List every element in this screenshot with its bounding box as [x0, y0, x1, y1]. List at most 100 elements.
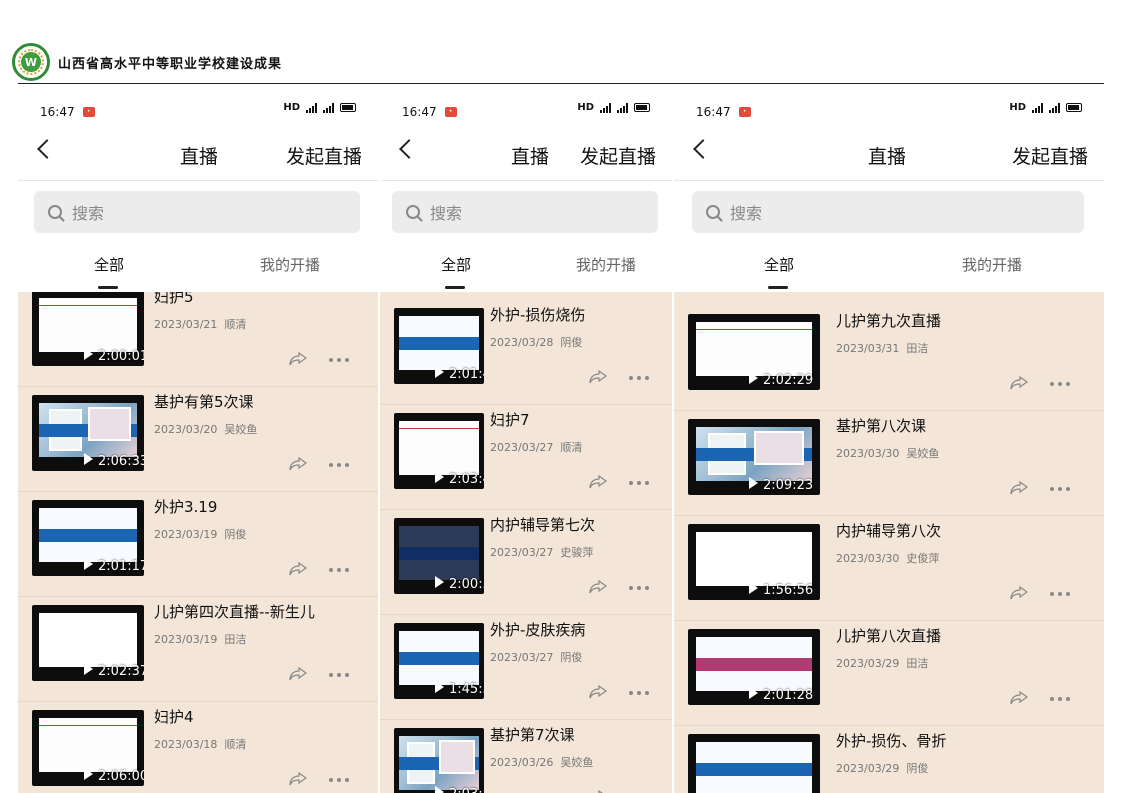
- share-icon[interactable]: [289, 667, 307, 681]
- tab-all[interactable]: 全部: [441, 254, 471, 275]
- video-thumbnail[interactable]: 2:02:29: [688, 314, 820, 390]
- more-icon[interactable]: [329, 463, 349, 467]
- more-icon[interactable]: [329, 673, 349, 677]
- more-icon[interactable]: [629, 691, 649, 695]
- tab-all[interactable]: 全部: [94, 254, 124, 275]
- live-list-item[interactable]: 2:01:28 儿护第八次直播 2023/03/29 田洁: [674, 621, 1104, 726]
- live-list-item[interactable]: 2:06:33 基护有第5次课 2023/03/20 吴姣鱼: [18, 387, 378, 492]
- share-icon[interactable]: [289, 772, 307, 786]
- share-icon[interactable]: [1010, 691, 1028, 705]
- video-thumbnail[interactable]: 2:03:13: [394, 728, 484, 793]
- live-list-item[interactable]: 2:03:13 基护第7次课 2023/03/26 吴姣鱼: [380, 720, 672, 793]
- share-icon[interactable]: [289, 457, 307, 471]
- share-icon[interactable]: [1010, 586, 1028, 600]
- hd-label: HD: [1009, 102, 1026, 113]
- live-title: 内护辅导第八次: [836, 522, 942, 540]
- video-thumbnail[interactable]: [688, 734, 820, 793]
- tab-my-live[interactable]: 我的开播: [260, 254, 320, 275]
- start-live-button[interactable]: 发起直播: [1012, 142, 1088, 169]
- share-icon[interactable]: [1010, 481, 1028, 495]
- live-date: 2023/03/29: [836, 762, 900, 775]
- video-thumbnail[interactable]: 1:56:56: [688, 524, 820, 600]
- play-icon: [84, 768, 93, 780]
- share-icon[interactable]: [1010, 376, 1028, 390]
- live-list-item[interactable]: 2:00:01 妇护5 2023/03/21 顺清: [18, 292, 378, 387]
- more-icon[interactable]: [629, 481, 649, 485]
- more-icon[interactable]: [1050, 592, 1070, 596]
- video-thumbnail[interactable]: 2:06:33: [32, 395, 144, 471]
- video-thumbnail[interactable]: 2:01:49: [394, 308, 484, 384]
- live-list-item[interactable]: 2:01:49 外护-损伤烧伤 2023/03/28 阴俊: [380, 300, 672, 405]
- live-author: 阴俊: [906, 762, 929, 775]
- live-meta: 2023/03/18 顺清: [154, 736, 246, 752]
- tab-my-live[interactable]: 我的开播: [576, 254, 636, 275]
- back-chevron-icon[interactable]: [399, 139, 419, 159]
- tab-my-live[interactable]: 我的开播: [962, 254, 1022, 275]
- search-input[interactable]: 搜索: [692, 191, 1084, 233]
- video-thumbnail[interactable]: 2:00:01: [32, 292, 144, 366]
- video-thumbnail[interactable]: 2:06:00: [32, 710, 144, 786]
- nav-divider: [674, 180, 1104, 181]
- header-rule: [18, 83, 1104, 84]
- share-icon[interactable]: [289, 352, 307, 366]
- start-live-button[interactable]: 发起直播: [580, 142, 656, 169]
- live-list-item[interactable]: 2:02:29 儿护第九次直播 2023/03/31 田洁: [674, 306, 1104, 411]
- signal-2-icon: [617, 102, 628, 113]
- share-icon[interactable]: [589, 685, 607, 699]
- video-thumbnail[interactable]: 1:45:59: [394, 623, 484, 699]
- live-list-item[interactable]: 2:02:37 儿护第四次直播--新生儿 2023/03/19 田洁: [18, 597, 378, 702]
- share-icon[interactable]: [589, 475, 607, 489]
- live-list-item[interactable]: 外护-损伤、骨折 2023/03/29 阴俊: [674, 726, 1104, 793]
- active-tab-indicator: [768, 286, 788, 289]
- more-icon[interactable]: [329, 778, 349, 782]
- more-icon[interactable]: [329, 568, 349, 572]
- video-thumbnail[interactable]: 2:00:55: [394, 518, 484, 594]
- live-list-item[interactable]: 1:45:59 外护-皮肤疾病 2023/03/27 阴俊: [380, 615, 672, 720]
- start-live-button[interactable]: 发起直播: [286, 142, 362, 169]
- share-icon[interactable]: [589, 370, 607, 384]
- thumbnail-slide: [38, 402, 138, 458]
- video-thumbnail[interactable]: 2:09:23: [688, 419, 820, 495]
- live-title: 儿护第四次直播--新生儿: [154, 603, 315, 621]
- nav-bar: 直播 发起直播: [18, 132, 378, 176]
- live-meta: 2023/03/28 阴俊: [490, 334, 582, 350]
- share-icon[interactable]: [289, 562, 307, 576]
- video-thumbnail[interactable]: 2:01:17: [32, 500, 144, 576]
- live-list-item[interactable]: 2:01:17 外护3.19 2023/03/19 阴俊: [18, 492, 378, 597]
- live-meta: 2023/03/26 吴姣鱼: [490, 754, 593, 770]
- video-thumbnail[interactable]: 2:03:48: [394, 413, 484, 489]
- live-author: 阴俊: [224, 528, 247, 541]
- back-chevron-icon[interactable]: [37, 139, 57, 159]
- signal-icon: [306, 102, 317, 113]
- more-icon[interactable]: [1050, 487, 1070, 491]
- video-thumbnail[interactable]: 2:02:37: [32, 605, 144, 681]
- more-icon[interactable]: [329, 358, 349, 362]
- live-author: 田洁: [224, 633, 247, 646]
- more-icon[interactable]: [1050, 697, 1070, 701]
- more-icon[interactable]: [629, 586, 649, 590]
- live-author: 阴俊: [560, 336, 583, 349]
- video-thumbnail[interactable]: 2:01:28: [688, 629, 820, 705]
- play-icon: [84, 453, 93, 465]
- live-title: 儿护第九次直播: [836, 312, 942, 330]
- live-list-item[interactable]: 2:00:55 内护辅导第七次 2023/03/27 史骏萍: [380, 510, 672, 615]
- video-duration: 2:06:00: [98, 769, 144, 784]
- live-author: 顺清: [224, 738, 247, 751]
- live-list-item[interactable]: 1:56:56 内护辅导第八次 2023/03/30 史俊萍: [674, 516, 1104, 621]
- share-icon[interactable]: [589, 580, 607, 594]
- live-meta: 2023/03/31 田洁: [836, 340, 928, 356]
- tab-all[interactable]: 全部: [764, 254, 794, 275]
- search-input[interactable]: 搜索: [34, 191, 360, 233]
- more-icon[interactable]: [629, 376, 649, 380]
- nav-bar: 直播 发起直播: [674, 132, 1104, 176]
- live-list-item[interactable]: 2:03:48 妇护7 2023/03/27 顺清: [380, 405, 672, 510]
- live-list-item[interactable]: 2:06:00 妇护4 2023/03/18 顺清: [18, 702, 378, 793]
- play-icon: [435, 681, 444, 693]
- status-time: 16:47: [402, 105, 437, 119]
- nav-divider: [380, 180, 672, 181]
- live-list-item[interactable]: 2:09:23 基护第八次课 2023/03/30 吴姣鱼: [674, 411, 1104, 516]
- more-icon[interactable]: [1050, 382, 1070, 386]
- back-chevron-icon[interactable]: [693, 139, 713, 159]
- tab-bar: 全部 我的开播: [380, 246, 672, 290]
- search-input[interactable]: 搜索: [392, 191, 658, 233]
